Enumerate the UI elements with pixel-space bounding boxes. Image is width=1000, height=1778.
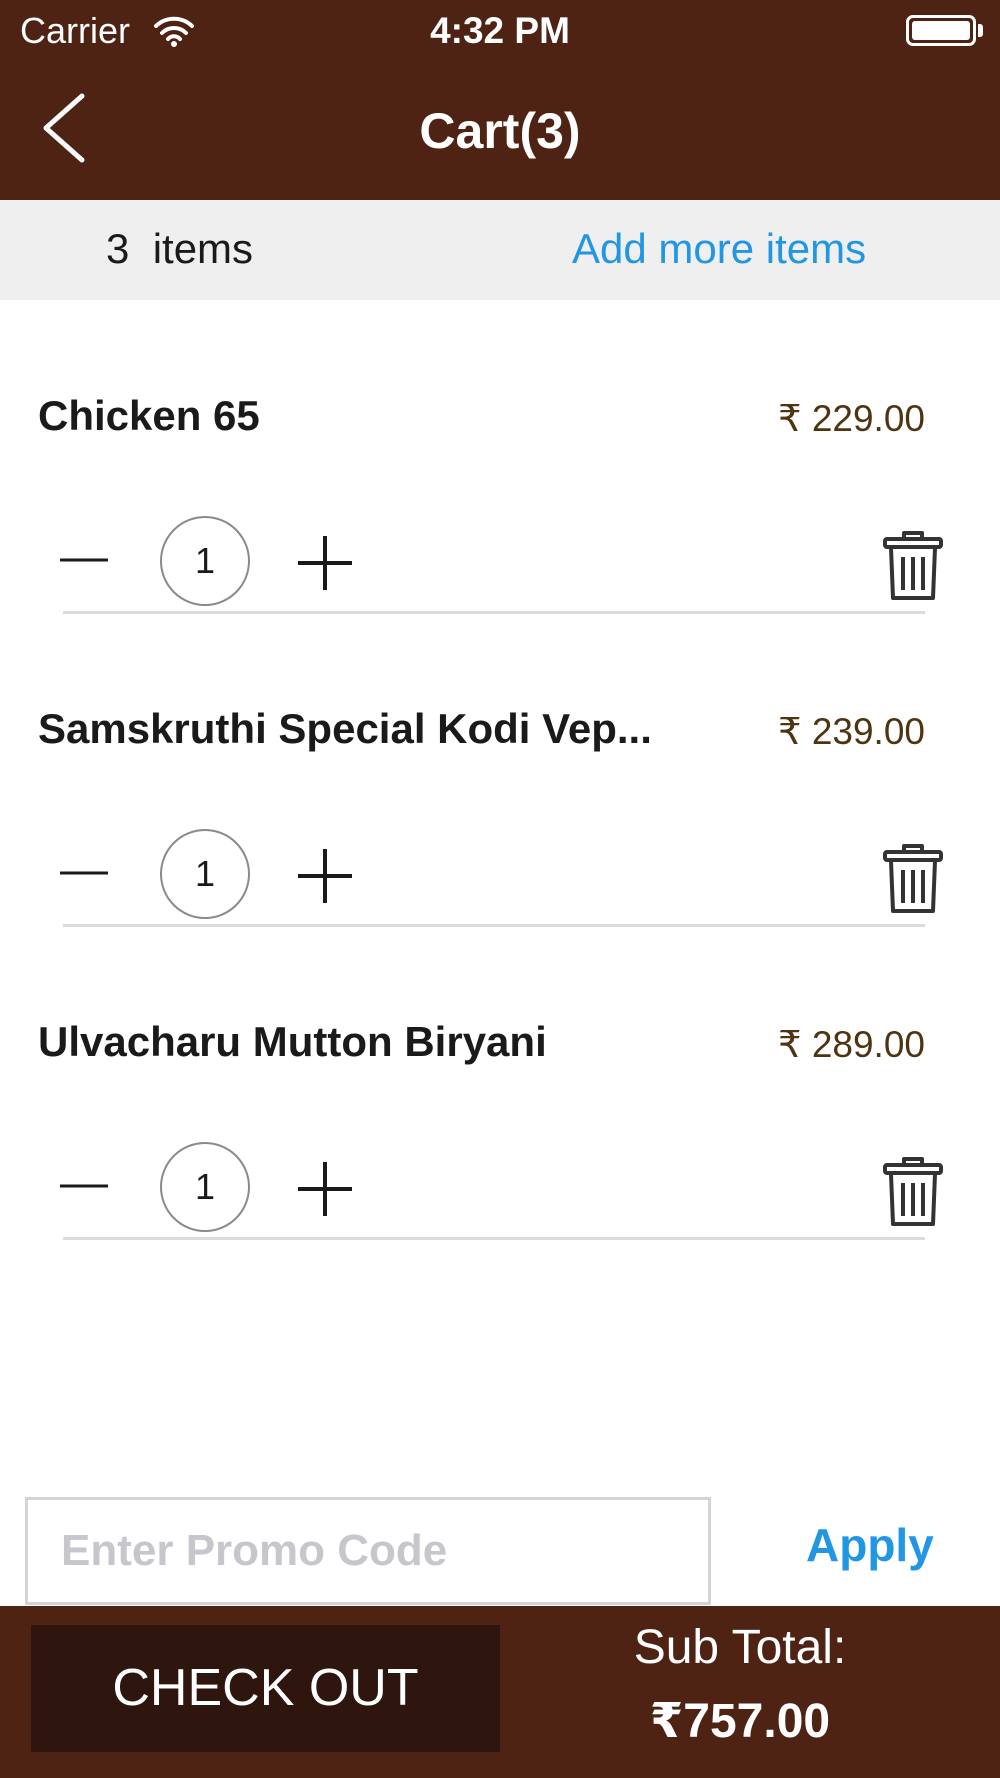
- item-name: Chicken 65: [38, 392, 260, 439]
- minus-icon[interactable]: [60, 1162, 108, 1210]
- quantity-display: 1: [160, 516, 250, 606]
- minus-icon[interactable]: [60, 849, 108, 897]
- cart-item: Samskruthi Special Kodi Vep... ₹ 239.00 …: [0, 613, 1000, 927]
- plus-icon[interactable]: [298, 1162, 352, 1216]
- subtotal-value: ₹757.00: [649, 1695, 831, 1748]
- plus-icon[interactable]: [298, 536, 352, 590]
- items-count: 3 items: [106, 225, 254, 272]
- status-time: 4:32 PM: [430, 10, 570, 51]
- subtotal-label: Sub Total:: [633, 1621, 847, 1674]
- trash-icon[interactable]: [882, 1156, 944, 1228]
- quantity-display: 1: [160, 829, 250, 919]
- cart-item: Chicken 65 ₹ 229.00 1: [0, 300, 1000, 614]
- checkout-button[interactable]: CHECK OUT: [31, 1625, 500, 1752]
- item-price: ₹ 239.00: [778, 711, 925, 752]
- item-price: ₹ 289.00: [778, 1024, 925, 1065]
- item-divider: [63, 1237, 925, 1240]
- apply-button[interactable]: Apply: [806, 1518, 934, 1572]
- trash-icon[interactable]: [882, 530, 944, 602]
- quantity-display: 1: [160, 1142, 250, 1232]
- page-title: Cart(3): [419, 103, 581, 159]
- item-name: Ulvacharu Mutton Biryani: [38, 1018, 547, 1065]
- minus-icon[interactable]: [60, 536, 108, 584]
- item-price: ₹ 229.00: [778, 398, 925, 439]
- battery-nub: [978, 24, 983, 37]
- add-more-items-link[interactable]: Add more items: [572, 225, 866, 273]
- battery-icon: [906, 15, 976, 46]
- trash-icon[interactable]: [882, 843, 944, 915]
- promo-code-input[interactable]: [25, 1497, 711, 1605]
- item-name: Samskruthi Special Kodi Vep...: [38, 705, 652, 752]
- cart-item: Ulvacharu Mutton Biryani ₹ 289.00 1: [0, 926, 1000, 1240]
- plus-icon[interactable]: [298, 849, 352, 903]
